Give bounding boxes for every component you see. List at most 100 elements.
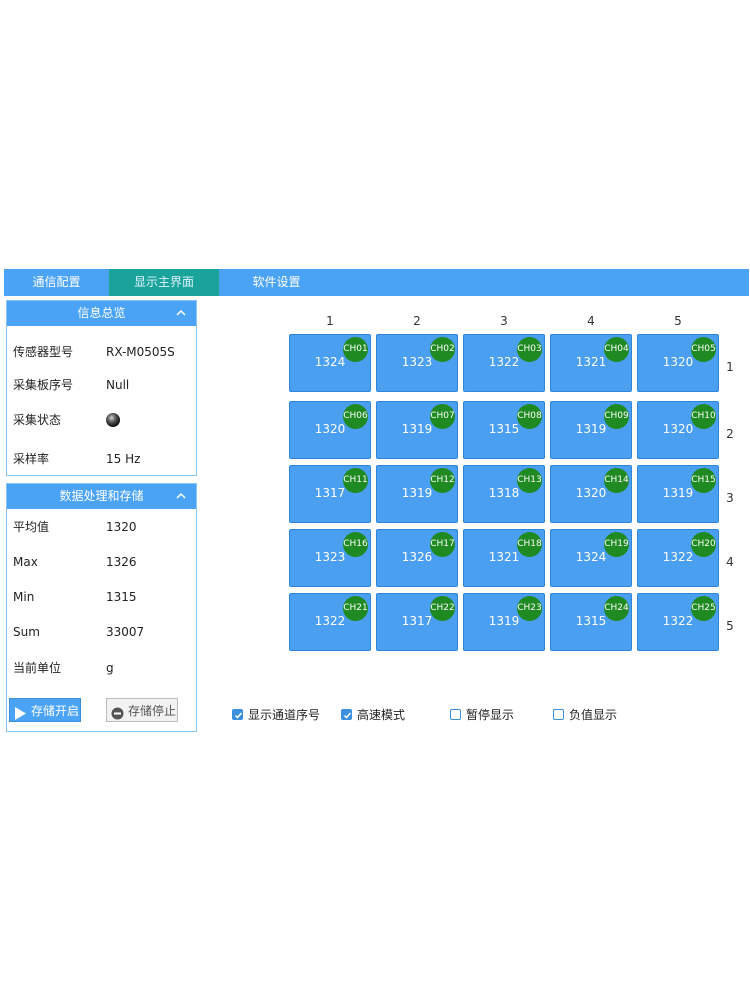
start-storage-button[interactable]: 存储开启 (9, 698, 81, 722)
channel-cell[interactable]: 1320 CH14 (550, 465, 632, 523)
channel-badge: CH23 (517, 596, 542, 621)
stop-icon (111, 704, 124, 728)
tab-main-display[interactable]: 显示主界面 (109, 269, 219, 296)
channel-cell[interactable]: 1322 CH21 (289, 593, 371, 651)
channel-badge: CH05 (691, 337, 716, 362)
checkbox-0[interactable] (232, 709, 243, 720)
checkbox-3[interactable] (553, 709, 564, 720)
channel-cell[interactable]: 1320 CH10 (637, 401, 719, 459)
column-label: 5 (674, 314, 682, 328)
data-processing-panel: 数据处理和存储 平均值 1320 Max 1326 Min 1315 Sum 3… (6, 483, 197, 732)
channel-badge: CH14 (604, 468, 629, 493)
channel-badge: CH12 (430, 468, 455, 493)
channel-cell[interactable]: 1322 CH25 (637, 593, 719, 651)
channel-badge: CH06 (343, 404, 368, 429)
unit-value: g (106, 661, 114, 675)
column-label: 1 (326, 314, 334, 328)
high-speed-mode-label: 高速模式 (357, 708, 406, 722)
row-label: 2 (726, 427, 734, 441)
channel-badge: CH24 (604, 596, 629, 621)
channel-cell[interactable]: 1319 CH15 (637, 465, 719, 523)
channel-badge: CH01 (343, 337, 368, 362)
channel-badge: CH04 (604, 337, 629, 362)
channel-cell[interactable]: 1321 CH18 (463, 529, 545, 587)
sum-label: Sum (13, 625, 40, 639)
check-icon (343, 712, 352, 719)
channel-cell[interactable]: 1324 CH01 (289, 334, 371, 392)
max-value: 1326 (106, 555, 137, 569)
start-storage-label: 存储开启 (31, 704, 80, 718)
info-panel-header[interactable]: 信息总览 (7, 301, 196, 326)
column-label: 3 (500, 314, 508, 328)
channel-cell[interactable]: 1319 CH09 (550, 401, 632, 459)
check-icon (234, 712, 243, 719)
channel-badge: CH09 (604, 404, 629, 429)
channel-cell[interactable]: 1315 CH08 (463, 401, 545, 459)
play-icon (14, 704, 26, 728)
channel-cell[interactable]: 1321 CH04 (550, 334, 632, 392)
average-label: 平均值 (13, 520, 50, 534)
row-label: 1 (726, 360, 734, 374)
info-overview-panel: 信息总览 传感器型号 RX-M0505S 采集板序号 Null 采集状态 采样率… (6, 300, 197, 476)
sample-rate-value: 15 Hz (106, 452, 141, 466)
max-label: Max (13, 555, 38, 569)
tab-software-settings[interactable]: 软件设置 (219, 269, 334, 296)
column-label: 2 (413, 314, 421, 328)
channel-badge: CH11 (343, 468, 368, 493)
channel-badge: CH03 (517, 337, 542, 362)
show-channel-number-label: 显示通道序号 (248, 708, 321, 722)
channel-badge: CH10 (691, 404, 716, 429)
channel-cell[interactable]: 1319 CH07 (376, 401, 458, 459)
channel-cell[interactable]: 1320 CH05 (637, 334, 719, 392)
stop-storage-button[interactable]: 存储停止 (106, 698, 178, 722)
proc-panel-title: 数据处理和存储 (59, 489, 144, 503)
min-value: 1315 (106, 590, 137, 604)
channel-badge: CH15 (691, 468, 716, 493)
channel-cell[interactable]: 1319 CH23 (463, 593, 545, 651)
info-panel-title: 信息总览 (77, 306, 126, 320)
channel-cell[interactable]: 1326 CH17 (376, 529, 458, 587)
channel-badge: CH22 (430, 596, 455, 621)
board-serial-label: 采集板序号 (13, 378, 74, 392)
channel-badge: CH07 (430, 404, 455, 429)
tab-comm-config[interactable]: 通信配置 (4, 269, 109, 296)
checkbox-2[interactable] (450, 709, 461, 720)
tab-bar: 通信配置 显示主界面 软件设置 (4, 269, 749, 296)
stop-storage-label: 存储停止 (128, 704, 177, 718)
min-label: Min (13, 590, 35, 604)
channel-cell[interactable]: 1323 CH16 (289, 529, 371, 587)
chevron-up-icon[interactable] (176, 484, 188, 509)
channel-cell[interactable]: 1322 CH20 (637, 529, 719, 587)
channel-cell[interactable]: 1315 CH24 (550, 593, 632, 651)
row-label: 4 (726, 555, 734, 569)
average-value: 1320 (106, 520, 137, 534)
channel-cell[interactable]: 1318 CH13 (463, 465, 545, 523)
negative-value-display-label: 负值显示 (569, 708, 618, 722)
channel-cell[interactable]: 1323 CH02 (376, 334, 458, 392)
row-label: 5 (726, 619, 734, 633)
channel-badge: CH18 (517, 532, 542, 557)
channel-badge: CH25 (691, 596, 716, 621)
checkbox-1[interactable] (341, 709, 352, 720)
column-label: 4 (587, 314, 595, 328)
channel-cell[interactable]: 1324 CH19 (550, 529, 632, 587)
channel-badge: CH16 (343, 532, 368, 557)
channel-badge: CH20 (691, 532, 716, 557)
channel-badge: CH02 (430, 337, 455, 362)
chevron-up-icon[interactable] (176, 301, 188, 326)
channel-cell[interactable]: 1317 CH22 (376, 593, 458, 651)
channel-cell[interactable]: 1320 CH06 (289, 401, 371, 459)
channel-cell[interactable]: 1319 CH12 (376, 465, 458, 523)
unit-label: 当前单位 (13, 661, 62, 675)
channel-badge: CH13 (517, 468, 542, 493)
channel-cell[interactable]: 1322 CH03 (463, 334, 545, 392)
board-serial-value: Null (106, 378, 130, 392)
app-window: 通信配置 显示主界面 软件设置 信息总览 传感器型号 RX-M0505S 采集板… (0, 0, 750, 1000)
sensor-model-value: RX-M0505S (106, 345, 175, 359)
sample-rate-label: 采样率 (13, 452, 50, 466)
sum-value: 33007 (106, 625, 145, 639)
acquisition-status-label: 采集状态 (13, 413, 62, 427)
proc-panel-header[interactable]: 数据处理和存储 (7, 484, 196, 509)
sensor-model-label: 传感器型号 (13, 345, 74, 359)
channel-cell[interactable]: 1317 CH11 (289, 465, 371, 523)
